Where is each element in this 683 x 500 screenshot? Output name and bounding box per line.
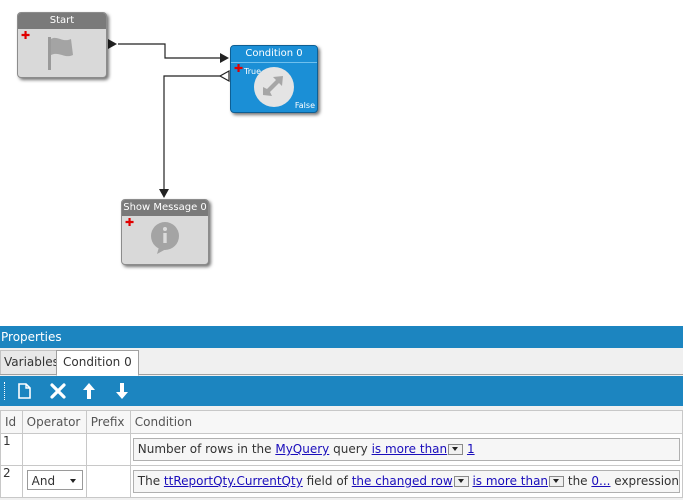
move-up-icon[interactable] — [79, 381, 99, 401]
row-operator[interactable] — [21, 433, 87, 466]
condition-input-arrow — [220, 53, 229, 63]
connector-condition-message — [163, 75, 220, 190]
show-message-node[interactable]: Show Message 0 ✚ — [121, 199, 209, 265]
row-condition: Number of rows in the MyQuery query is m… — [129, 433, 683, 466]
condition-expression: The ttReportQty.CurrentQty field of the … — [132, 470, 680, 493]
value-link[interactable]: 1 — [467, 442, 475, 456]
info-icon — [151, 222, 179, 254]
row-prefix[interactable] — [85, 433, 131, 466]
row-id: 1 — [0, 433, 23, 466]
comparison-dropdown[interactable] — [448, 444, 464, 455]
condition-node-title: Condition 0 — [231, 46, 317, 63]
row-operator: And — [21, 465, 87, 498]
field-link[interactable]: ttReportQty.CurrentQty — [164, 474, 303, 488]
column-header-id[interactable]: Id — [0, 410, 23, 434]
properties-header: Properties — [0, 326, 683, 348]
row-source-link[interactable]: the changed row — [352, 474, 453, 488]
conditions-table: Id Operator Prefix Condition 1 Number of… — [0, 410, 683, 498]
condition-node[interactable]: Condition 0 ✚ True False — [230, 45, 318, 113]
table-row[interactable]: 1 Number of rows in the MyQuery query is… — [0, 433, 683, 466]
expression-link[interactable]: 0... — [591, 474, 610, 488]
show-message-node-title: Show Message 0 — [122, 200, 208, 216]
row-source-dropdown[interactable] — [453, 476, 469, 487]
column-header-condition[interactable]: Condition — [129, 410, 683, 434]
operator-select[interactable]: And — [26, 470, 83, 490]
query-link[interactable]: MyQuery — [275, 442, 329, 456]
tab-bar: Variables Condition 0 — [0, 348, 683, 376]
flow-canvas[interactable]: Start ✚ Condition 0 ✚ True False Show Me… — [0, 0, 683, 325]
row-prefix[interactable] — [85, 465, 131, 498]
delete-icon[interactable] — [48, 381, 68, 401]
plus-icon[interactable]: ✚ — [234, 63, 243, 74]
message-input-arrow — [159, 189, 169, 198]
tab-variables[interactable]: Variables — [0, 350, 63, 374]
branch-icon — [254, 67, 294, 107]
comparison-dropdown[interactable] — [549, 476, 565, 487]
start-output-arrow — [108, 39, 117, 49]
column-header-operator[interactable]: Operator — [21, 410, 87, 434]
condition-true-arrow — [218, 69, 230, 83]
row-id: 2 — [0, 465, 23, 498]
plus-icon[interactable]: ✚ — [21, 30, 30, 41]
connector-start-condition — [118, 43, 220, 59]
table-header-row: Id Operator Prefix Condition — [0, 410, 683, 434]
condition-expression: Number of rows in the MyQuery query is m… — [132, 438, 680, 461]
table-row[interactable]: 2 And The ttReportQty.CurrentQty field o… — [0, 465, 683, 498]
false-port-label: False — [294, 101, 315, 110]
new-icon[interactable] — [14, 381, 34, 401]
column-header-prefix[interactable]: Prefix — [85, 410, 131, 434]
tab-condition-0[interactable]: Condition 0 — [56, 350, 139, 376]
comparison-link[interactable]: is more than — [472, 474, 548, 488]
start-node-title: Start — [18, 13, 106, 29]
toolbar-grip — [4, 382, 7, 400]
row-condition: The ttReportQty.CurrentQty field of the … — [129, 465, 683, 498]
move-down-icon[interactable] — [112, 381, 132, 401]
properties-panel: Properties Variables Condition 0 Id Oper… — [0, 326, 683, 500]
comparison-link[interactable]: is more than — [372, 442, 448, 456]
flag-icon — [48, 37, 73, 70]
toolbar — [0, 376, 683, 406]
plus-icon[interactable]: ✚ — [125, 217, 134, 228]
start-node[interactable]: Start ✚ — [17, 12, 107, 78]
